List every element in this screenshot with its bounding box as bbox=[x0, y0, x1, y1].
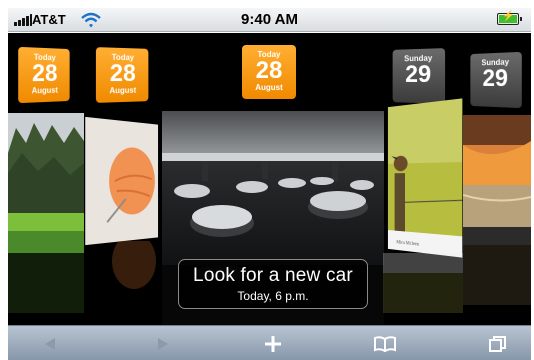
jungle-photo-image bbox=[8, 113, 84, 253]
bird-reflection bbox=[383, 253, 463, 313]
bird-photo-image: Mira Mcleen bbox=[388, 98, 462, 257]
showroom-photo-image bbox=[162, 111, 384, 265]
event-title: Look for a new car bbox=[179, 265, 367, 287]
leaf-reflection bbox=[84, 241, 164, 311]
beach-reflection bbox=[463, 245, 531, 305]
charging-bolt-icon: ⚡ bbox=[502, 11, 514, 23]
forward-button[interactable] bbox=[143, 326, 183, 360]
photo-card-bird[interactable]: Mira Mcleen bbox=[388, 98, 462, 257]
forward-arrow-icon bbox=[156, 337, 170, 351]
bookmarks-button[interactable] bbox=[365, 326, 405, 360]
leaf-photo-image bbox=[85, 117, 158, 245]
event-time: Today, 6 p.m. bbox=[179, 289, 367, 303]
plus-icon bbox=[264, 335, 282, 353]
photo-card-beach[interactable] bbox=[463, 115, 531, 245]
event-caption[interactable]: Look for a new car Today, 6 p.m. bbox=[178, 259, 368, 309]
jungle-reflection bbox=[8, 253, 84, 313]
date-tile-today-2[interactable]: Today 28 August bbox=[96, 47, 148, 103]
photo-card-jungle[interactable] bbox=[8, 113, 84, 253]
back-button[interactable] bbox=[30, 326, 70, 360]
bottom-toolbar bbox=[8, 325, 531, 360]
date-tile-sunday-1[interactable]: Sunday 29 bbox=[393, 48, 445, 104]
pages-button[interactable] bbox=[478, 326, 518, 360]
photo-card-showroom-selected[interactable] bbox=[162, 111, 384, 265]
battery-icon: ⚡ bbox=[497, 13, 519, 25]
beach-photo-image bbox=[463, 115, 531, 245]
status-time: 9:40 AM bbox=[8, 11, 531, 28]
pages-icon bbox=[489, 336, 507, 352]
photo-card-leaf[interactable] bbox=[85, 117, 158, 245]
bookmarks-icon bbox=[374, 336, 396, 352]
date-tile-today-selected[interactable]: Today 28 August bbox=[242, 45, 296, 99]
add-button[interactable] bbox=[253, 326, 293, 360]
status-bar: AT&T 9:40 AM ⚡ bbox=[8, 8, 531, 32]
date-tile-sunday-2[interactable]: Sunday 29 bbox=[470, 52, 521, 108]
date-tile-today-1[interactable]: Today 28 August bbox=[18, 47, 69, 103]
cover-flow-stage: Today 28 August Today 28 August Today 28… bbox=[8, 33, 531, 325]
back-arrow-icon bbox=[43, 337, 57, 351]
